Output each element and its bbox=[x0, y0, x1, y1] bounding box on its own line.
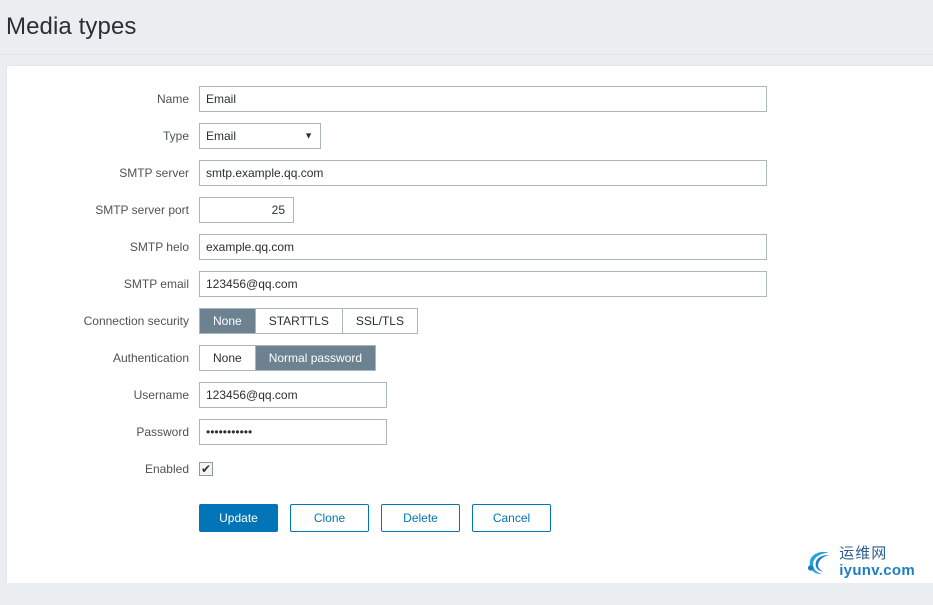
smtp-email-input[interactable] bbox=[199, 271, 767, 297]
type-select[interactable]: Email bbox=[199, 123, 321, 149]
form-actions: Update Clone Delete Cancel bbox=[7, 504, 933, 532]
form-row-authentication: Authentication None Normal password bbox=[7, 345, 933, 371]
field-name bbox=[199, 86, 933, 112]
cancel-button[interactable]: Cancel bbox=[472, 504, 551, 532]
watermark-cn: 运维网 bbox=[839, 545, 888, 562]
form-row-smtp-helo: SMTP helo bbox=[7, 234, 933, 260]
field-username bbox=[199, 382, 933, 408]
watermark: 运维网 iyunv.com bbox=[803, 545, 915, 579]
field-authentication: None Normal password bbox=[199, 345, 933, 371]
label-smtp-helo: SMTP helo bbox=[129, 239, 189, 254]
field-smtp-helo bbox=[199, 234, 933, 260]
content-panel: Name Type Email ▼ SMTP server bbox=[6, 65, 933, 583]
watermark-en: iyunv.com bbox=[839, 562, 915, 579]
label-authentication: Authentication bbox=[112, 350, 189, 365]
form-row-password: Password bbox=[7, 419, 933, 445]
field-enabled: ✔ bbox=[199, 462, 933, 476]
form-row-smtp-server-port: SMTP server port bbox=[7, 197, 933, 223]
field-smtp-server bbox=[199, 160, 933, 186]
connection-security-option-ssltls[interactable]: SSL/TLS bbox=[342, 309, 417, 333]
field-connection-security: None STARTTLS SSL/TLS bbox=[199, 308, 933, 334]
page-title: Media types bbox=[6, 13, 137, 40]
label-name: Name bbox=[156, 91, 189, 106]
iyunv-logo-icon bbox=[808, 551, 830, 574]
label-smtp-email: SMTP email bbox=[123, 276, 189, 291]
form-row-smtp-email: SMTP email bbox=[7, 271, 933, 297]
page-header: Media types bbox=[0, 0, 933, 55]
form-row-connection-security: Connection security None STARTTLS SSL/TL… bbox=[7, 308, 933, 334]
media-type-form: Name Type Email ▼ SMTP server bbox=[7, 66, 933, 532]
form-row-type: Type Email ▼ bbox=[7, 123, 933, 149]
smtp-helo-input[interactable] bbox=[199, 234, 767, 260]
clone-button[interactable]: Clone bbox=[290, 504, 369, 532]
form-row-name: Name bbox=[7, 86, 933, 112]
password-input[interactable] bbox=[199, 419, 387, 445]
connection-security-option-starttls[interactable]: STARTTLS bbox=[255, 309, 342, 333]
type-select-wrap: Email ▼ bbox=[199, 123, 321, 149]
name-input[interactable] bbox=[199, 86, 767, 112]
form-row-smtp-server: SMTP server bbox=[7, 160, 933, 186]
field-smtp-email bbox=[199, 271, 933, 297]
watermark-text: 运维网 iyunv.com bbox=[839, 546, 915, 578]
check-icon: ✔ bbox=[200, 461, 212, 476]
enabled-checkbox[interactable]: ✔ bbox=[199, 462, 213, 476]
label-enabled: Enabled bbox=[144, 461, 189, 476]
username-input[interactable] bbox=[199, 382, 387, 408]
connection-security-option-none[interactable]: None bbox=[200, 309, 255, 333]
authentication-option-normal-password[interactable]: Normal password bbox=[255, 346, 376, 370]
field-actions: Update Clone Delete Cancel bbox=[199, 504, 933, 532]
smtp-server-input[interactable] bbox=[199, 160, 767, 186]
form-row-enabled: Enabled ✔ bbox=[7, 456, 933, 482]
field-smtp-server-port bbox=[199, 197, 933, 223]
label-type: Type bbox=[162, 128, 189, 143]
label-connection-security: Connection security bbox=[83, 313, 189, 328]
label-smtp-server-port: SMTP server port bbox=[95, 202, 189, 217]
field-type: Email ▼ bbox=[199, 123, 933, 149]
smtp-server-port-input[interactable] bbox=[199, 197, 294, 223]
authentication-group: None Normal password bbox=[199, 345, 377, 371]
label-password: Password bbox=[136, 424, 189, 439]
label-username: Username bbox=[133, 387, 189, 402]
delete-button[interactable]: Delete bbox=[381, 504, 460, 532]
authentication-option-none[interactable]: None bbox=[200, 346, 255, 370]
connection-security-group: None STARTTLS SSL/TLS bbox=[199, 308, 418, 334]
update-button[interactable]: Update bbox=[199, 504, 278, 532]
label-smtp-server: SMTP server bbox=[119, 165, 189, 180]
field-password bbox=[199, 419, 933, 445]
form-row-username: Username bbox=[7, 382, 933, 408]
